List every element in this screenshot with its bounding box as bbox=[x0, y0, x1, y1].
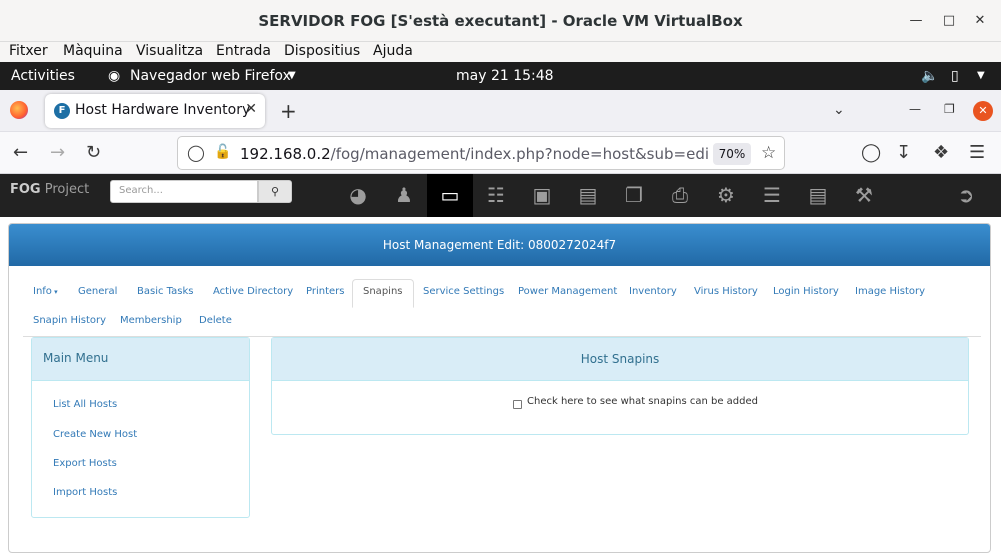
tab-printers[interactable]: Printers bbox=[306, 286, 344, 297]
shield-icon[interactable]: ◯ bbox=[187, 143, 205, 162]
tasks-tasks-icon[interactable]: ☰ bbox=[749, 174, 795, 217]
new-tab-icon[interactable]: + bbox=[280, 99, 297, 123]
insecure-lock-icon[interactable]: 🔓 bbox=[214, 144, 231, 160]
fog-navbar: FOG Project Search... ⚲ ◕ ♟ ▭ ☷ ▣ ▤ ❐ ⎙ … bbox=[0, 174, 1001, 217]
tab-service-settings[interactable]: Service Settings bbox=[423, 286, 504, 297]
vbox-title-bar: SERVIDOR FOG [S'està executant] - Oracle… bbox=[0, 0, 1001, 42]
firefox-app-icon: ◉ bbox=[108, 68, 121, 84]
firefox-logo-icon[interactable] bbox=[10, 101, 28, 119]
ff-close-icon[interactable]: ✕ bbox=[973, 101, 993, 121]
reload-icon[interactable]: ↻ bbox=[86, 143, 101, 163]
tab-title: Host Hardware Inventory bbox=[75, 102, 251, 118]
tab-membership[interactable]: Membership bbox=[120, 315, 182, 326]
show-addable-snapins-label: Check here to see what snapins can be ad… bbox=[527, 396, 758, 407]
host-edit-panel: Host Management Edit: 0800272024f7 Info … bbox=[8, 223, 991, 553]
ff-restore-icon[interactable]: ❐ bbox=[944, 102, 955, 116]
menu-maquina[interactable]: Màquina bbox=[63, 42, 123, 60]
fog-brand[interactable]: FOG Project bbox=[10, 182, 89, 197]
gnome-top-bar: Activities ◉ Navegador web Firefox ▼ may… bbox=[0, 62, 1001, 90]
tab-power-management[interactable]: Power Management bbox=[518, 286, 617, 297]
search-button[interactable]: ⚲ bbox=[258, 180, 292, 203]
tab-active-directory[interactable]: Active Directory bbox=[213, 286, 293, 297]
chevron-down-icon: ▼ bbox=[288, 70, 296, 81]
printer-icon[interactable]: ⎙ bbox=[657, 174, 703, 217]
activities-button[interactable]: Activities bbox=[11, 68, 75, 84]
list-tabs-chevron-icon[interactable]: ⌄ bbox=[833, 102, 845, 118]
snapins-copy-icon[interactable]: ❐ bbox=[611, 174, 657, 217]
export-hosts-link[interactable]: Export Hosts bbox=[53, 458, 117, 469]
search-input[interactable]: Search... bbox=[110, 180, 258, 203]
maximize-icon[interactable]: □ bbox=[939, 11, 959, 31]
show-addable-snapins-checkbox[interactable] bbox=[513, 400, 522, 409]
vbox-menu-bar: Fitxer Màquina Visualitza Entrada Dispos… bbox=[0, 42, 1001, 62]
tab-inventory[interactable]: Inventory bbox=[629, 286, 677, 297]
minimize-icon[interactable]: — bbox=[906, 11, 926, 31]
hamburger-menu-icon[interactable]: ☰ bbox=[969, 143, 985, 163]
battery-icon[interactable]: ▯ bbox=[951, 68, 959, 84]
images-icon[interactable]: ▣ bbox=[519, 174, 565, 217]
tab-close-icon[interactable]: ✕ bbox=[245, 101, 257, 117]
zoom-badge[interactable]: 70% bbox=[713, 143, 751, 165]
tab-login-history[interactable]: Login History bbox=[773, 286, 839, 297]
menu-fitxer[interactable]: Fitxer bbox=[9, 42, 48, 60]
tab-delete[interactable]: Delete bbox=[199, 315, 232, 326]
bookmark-star-icon[interactable]: ☆ bbox=[761, 143, 776, 163]
groups-sitemap-icon[interactable]: ☷ bbox=[473, 174, 519, 217]
volume-icon[interactable]: 🔈 bbox=[921, 68, 938, 84]
list-all-hosts-link[interactable]: List All Hosts bbox=[53, 399, 117, 410]
tab-basic-tasks[interactable]: Basic Tasks bbox=[137, 286, 193, 297]
service-cogs-icon[interactable]: ⚙ bbox=[703, 174, 749, 217]
ff-minimize-icon[interactable]: — bbox=[909, 102, 921, 116]
settings-wrench-icon[interactable]: ⚒ bbox=[841, 174, 887, 217]
logout-icon[interactable]: ➲ bbox=[943, 174, 989, 217]
tab-host-hardware-inventory[interactable]: F Host Hardware Inventory ✕ bbox=[45, 94, 265, 128]
url-bar[interactable]: ◯ 🔓 192.168.0.2/fog/management/index.php… bbox=[177, 136, 785, 170]
tab-snapin-history[interactable]: Snapin History bbox=[33, 315, 106, 326]
tab-snapins[interactable]: Snapins bbox=[352, 279, 414, 308]
clock[interactable]: may 21 15:48 bbox=[456, 68, 554, 84]
reports-file-icon[interactable]: ▤ bbox=[795, 174, 841, 217]
hosts-icon[interactable]: ▭ bbox=[427, 174, 473, 217]
pocket-icon[interactable]: ◯ bbox=[861, 143, 881, 163]
window-title: SERVIDOR FOG [S'està executant] - Oracle… bbox=[258, 12, 743, 30]
back-icon[interactable]: ← bbox=[13, 143, 28, 163]
menu-ajuda[interactable]: Ajuda bbox=[373, 42, 413, 60]
users-icon[interactable]: ♟ bbox=[381, 174, 427, 217]
firefox-nav-bar: ← → ↻ ◯ 🔓 192.168.0.2/fog/management/ind… bbox=[0, 132, 1001, 174]
main-menu-title: Main Menu bbox=[32, 338, 249, 381]
host-snapins-box: Host Snapins Check here to see what snap… bbox=[271, 337, 969, 435]
tab-general[interactable]: General bbox=[78, 286, 117, 297]
close-icon[interactable]: ✕ bbox=[970, 11, 990, 31]
download-icon[interactable]: ↧ bbox=[896, 143, 911, 163]
tab-image-history[interactable]: Image History bbox=[855, 286, 925, 297]
create-new-host-link[interactable]: Create New Host bbox=[53, 429, 137, 440]
tab-info[interactable]: Info ▾ bbox=[33, 286, 58, 297]
dashboard-icon[interactable]: ◕ bbox=[335, 174, 381, 217]
firefox-tab-strip: F Host Hardware Inventory ✕ + ⌄ — ❐ ✕ bbox=[0, 90, 1001, 132]
app-menu[interactable]: Navegador web Firefox bbox=[130, 68, 291, 84]
menu-entrada[interactable]: Entrada bbox=[216, 42, 271, 60]
menu-dispositius[interactable]: Dispositius bbox=[284, 42, 360, 60]
url-text[interactable]: 192.168.0.2/fog/management/index.php?nod… bbox=[240, 145, 708, 163]
storage-archive-icon[interactable]: ▤ bbox=[565, 174, 611, 217]
fog-favicon-icon: F bbox=[54, 103, 70, 119]
tab-virus-history[interactable]: Virus History bbox=[694, 286, 758, 297]
import-hosts-link[interactable]: Import Hosts bbox=[53, 487, 117, 498]
system-menu-chevron-icon[interactable]: ▼ bbox=[977, 70, 985, 81]
menu-visualitza[interactable]: Visualitza bbox=[136, 42, 203, 60]
forward-icon[interactable]: → bbox=[50, 143, 65, 163]
extensions-icon[interactable]: ❖ bbox=[933, 143, 949, 163]
page-title: Host Management Edit: 0800272024f7 bbox=[9, 224, 990, 266]
main-menu-box: Main Menu List All Hosts Create New Host… bbox=[31, 337, 250, 518]
host-snapins-title: Host Snapins bbox=[272, 338, 968, 381]
